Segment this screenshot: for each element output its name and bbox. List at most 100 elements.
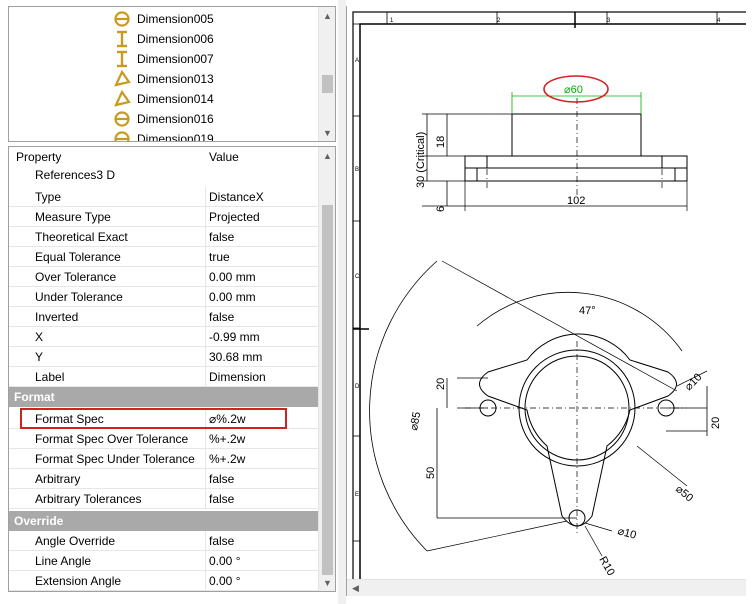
property-value[interactable]: 0.00 °: [209, 574, 241, 588]
property-row[interactable]: Measure Type Projected: [9, 207, 319, 227]
property-value[interactable]: Dimension: [209, 370, 266, 384]
property-value[interactable]: false: [209, 472, 234, 486]
tree-item[interactable]: Dimension016: [113, 109, 214, 129]
scroll-down-arrow-icon[interactable]: ▼: [319, 124, 335, 141]
panel-splitter[interactable]: [338, 0, 346, 604]
dimension-tree-panel[interactable]: Dimension005 Dimension006 Dimension007 Dime…: [8, 6, 336, 142]
property-name: Arbitrary: [35, 472, 81, 486]
property-row[interactable]: Equal Tolerance true: [9, 247, 319, 267]
override-section-header[interactable]: Override: [9, 511, 319, 531]
property-name: Measure Type: [35, 210, 111, 224]
tree-item-label: Dimension005: [137, 12, 214, 26]
property-name: Angle Override: [35, 534, 116, 548]
column-divider: [205, 267, 206, 287]
property-row[interactable]: Label Dimension: [9, 367, 319, 387]
border-number: 3: [607, 18, 611, 24]
tree-item[interactable]: Dimension006: [113, 29, 214, 49]
property-value[interactable]: true: [209, 250, 230, 264]
property-row[interactable]: Arbitrary Tolerances false: [9, 489, 319, 509]
property-value[interactable]: DistanceX: [209, 190, 264, 204]
tree-item[interactable]: Dimension019: [113, 129, 214, 141]
diameter-dimension-icon: [113, 10, 133, 28]
top-view: [369, 260, 708, 557]
property-value[interactable]: false: [209, 230, 234, 244]
property-name: References3 D: [35, 168, 116, 182]
tree-item[interactable]: Dimension013: [113, 69, 214, 89]
property-value[interactable]: %+.2w: [209, 432, 245, 446]
property-row-partial[interactable]: References3 D: [9, 167, 319, 185]
tree-item-label: Dimension006: [137, 32, 214, 46]
scroll-down-arrow-icon[interactable]: ▼: [319, 574, 335, 591]
dimension-50: 50: [425, 467, 437, 479]
property-value[interactable]: Projected: [209, 210, 260, 224]
property-value[interactable]: 0.00 mm: [209, 290, 256, 304]
column-divider: [205, 187, 206, 207]
property-row[interactable]: Theoretical Exact false: [9, 227, 319, 247]
front-view: [422, 92, 688, 211]
property-row[interactable]: Over Tolerance 0.00 mm: [9, 267, 319, 287]
property-row[interactable]: Type DistanceX: [9, 187, 319, 207]
drawing-horizontal-scrollbar[interactable]: ◀: [347, 579, 746, 596]
diameter-dimension-icon: [113, 110, 133, 128]
dimension-dia85: ⌀85: [408, 411, 423, 432]
scroll-thumb[interactable]: [322, 205, 333, 575]
dimension-r10: R10: [596, 555, 616, 578]
column-divider: [205, 207, 206, 227]
column-divider: [205, 307, 206, 327]
property-row[interactable]: Format Spec Under Tolerance %+.2w: [9, 449, 319, 469]
property-name: Theoretical Exact: [35, 230, 128, 244]
property-name: Format Spec Over Tolerance: [35, 432, 189, 446]
property-row[interactable]: Under Tolerance 0.00 mm: [9, 287, 319, 307]
property-row[interactable]: Angle Override false: [9, 531, 319, 551]
property-vertical-scrollbar[interactable]: ▲ ▼: [318, 147, 335, 591]
scroll-up-arrow-icon[interactable]: ▲: [319, 7, 335, 24]
property-name: Format Spec Under Tolerance: [35, 452, 195, 466]
property-name: Inverted: [35, 310, 79, 324]
tree-item-label: Dimension013: [137, 72, 214, 86]
dimension-18: 18: [435, 136, 447, 148]
border-number: 4: [717, 18, 721, 24]
scroll-up-arrow-icon[interactable]: ▲: [319, 147, 335, 164]
property-row[interactable]: Arbitrary false: [9, 469, 319, 489]
scroll-left-arrow-icon[interactable]: ◀: [347, 580, 364, 596]
property-row[interactable]: Y 30.68 mm: [9, 347, 319, 367]
tree-item[interactable]: Dimension007: [113, 49, 214, 69]
property-row[interactable]: X -0.99 mm: [9, 327, 319, 347]
property-value[interactable]: false: [209, 534, 234, 548]
tree-item[interactable]: Dimension005: [113, 9, 214, 29]
property-row[interactable]: Extension Angle 0.00 °: [9, 571, 319, 591]
property-panel[interactable]: Property Value References3 D Type Distanc…: [8, 146, 336, 592]
diameter-dimension-icon: [113, 130, 133, 141]
border-letter: D: [355, 384, 360, 390]
property-column-header[interactable]: Property: [16, 150, 61, 164]
property-row[interactable]: Format Spec Over Tolerance %+.2w: [9, 429, 319, 449]
property-row[interactable]: Line Angle 0.00 °: [9, 551, 319, 571]
property-name: X: [35, 330, 44, 344]
dimension-47deg: 47°: [579, 305, 596, 317]
property-value[interactable]: -0.99 mm: [209, 330, 260, 344]
scroll-thumb[interactable]: [322, 75, 333, 93]
border-letter: C: [355, 274, 360, 280]
property-row[interactable]: Inverted false: [9, 307, 319, 327]
drawing-canvas: 1 2 3 4 A B C D E ⌀60 102 30 (Critical) …: [352, 11, 746, 580]
column-divider: [205, 469, 206, 489]
property-value[interactable]: 0.00 mm: [209, 270, 256, 284]
techdraw-page-view[interactable]: 1 2 3 4 A B C D E ⌀60 102 30 (Critical) …: [346, 6, 746, 596]
angle-dimension-icon: [113, 89, 133, 108]
border-number: 1: [390, 18, 394, 24]
column-divider: [205, 287, 206, 307]
format-spec-highlight: [20, 408, 287, 429]
property-value[interactable]: false: [209, 310, 234, 324]
property-name: Under Tolerance: [35, 290, 123, 304]
column-divider: [205, 429, 206, 449]
tree-vertical-scrollbar[interactable]: ▲ ▼: [318, 7, 335, 141]
tree-item[interactable]: Dimension014: [113, 89, 214, 109]
property-value[interactable]: %+.2w: [209, 452, 245, 466]
dimension-102: 102: [567, 195, 585, 207]
value-column-header[interactable]: Value: [209, 150, 239, 164]
property-value[interactable]: false: [209, 492, 234, 506]
format-section-header[interactable]: Format: [9, 387, 319, 407]
property-value[interactable]: 30.68 mm: [209, 350, 262, 364]
column-divider: [205, 367, 206, 387]
property-value[interactable]: 0.00 °: [209, 554, 241, 568]
